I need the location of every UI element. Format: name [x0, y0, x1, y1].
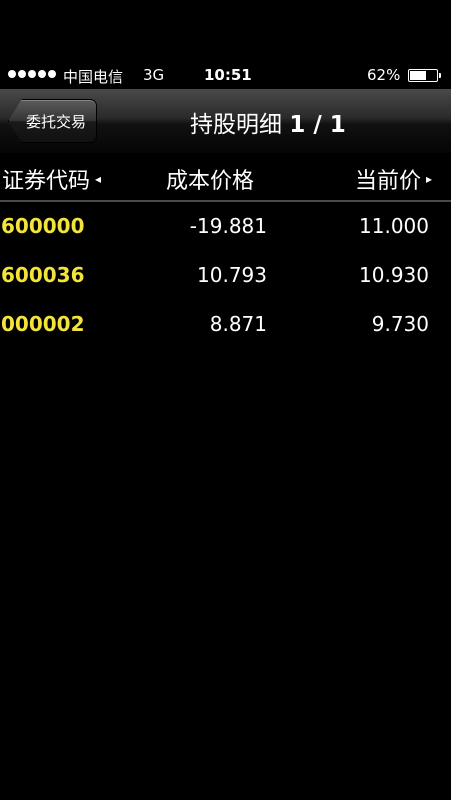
page-title: 持股明细 1 / 1: [190, 105, 346, 139]
table-row[interactable]: 600036 10.793 10.930: [0, 251, 451, 299]
carrier-name: 中国电信: [63, 68, 124, 86]
cost-price: -19.881: [189, 214, 267, 238]
battery-icon: [408, 69, 441, 82]
navigation-bar: 委托交易 持股明细 1 / 1: [0, 89, 451, 154]
back-button[interactable]: 委托交易: [8, 99, 98, 143]
cost-price: 8.871: [209, 312, 267, 336]
battery-percent: 62%: [367, 66, 401, 84]
column-header-price[interactable]: 当前价 ▸: [355, 160, 432, 198]
page-title-text: 持股明细: [190, 112, 282, 138]
status-bar: 中国电信 3G 10:51 62%: [0, 63, 451, 89]
status-time: 10:51: [204, 66, 252, 84]
scroll-left-arrow-icon: ◂: [95, 172, 102, 186]
security-code: 000002: [1, 312, 85, 336]
current-price: 11.000: [359, 214, 429, 238]
column-header-cost[interactable]: 成本价格: [166, 160, 254, 198]
column-header-cost-label: 成本价格: [166, 169, 255, 194]
column-header-code[interactable]: 证券代码 ◂: [2, 160, 101, 198]
cost-price: 10.793: [197, 263, 267, 287]
table-row[interactable]: 000002 8.871 9.730: [0, 300, 451, 348]
signal-strength-icon: [8, 70, 56, 78]
page-indicator: 1 / 1: [289, 112, 346, 138]
current-price: 9.730: [371, 312, 429, 336]
scroll-right-arrow-icon: ▸: [426, 172, 433, 186]
current-price: 10.930: [359, 263, 429, 287]
column-header-code-label: 证券代码: [2, 169, 91, 194]
network-type: 3G: [143, 66, 165, 84]
security-code: 600036: [1, 263, 85, 287]
back-button-label: 委托交易: [26, 112, 87, 131]
table-row[interactable]: 600000 -19.881 11.000: [0, 202, 451, 250]
column-header-price-label: 当前价: [355, 169, 422, 194]
security-code: 600000: [1, 214, 85, 238]
